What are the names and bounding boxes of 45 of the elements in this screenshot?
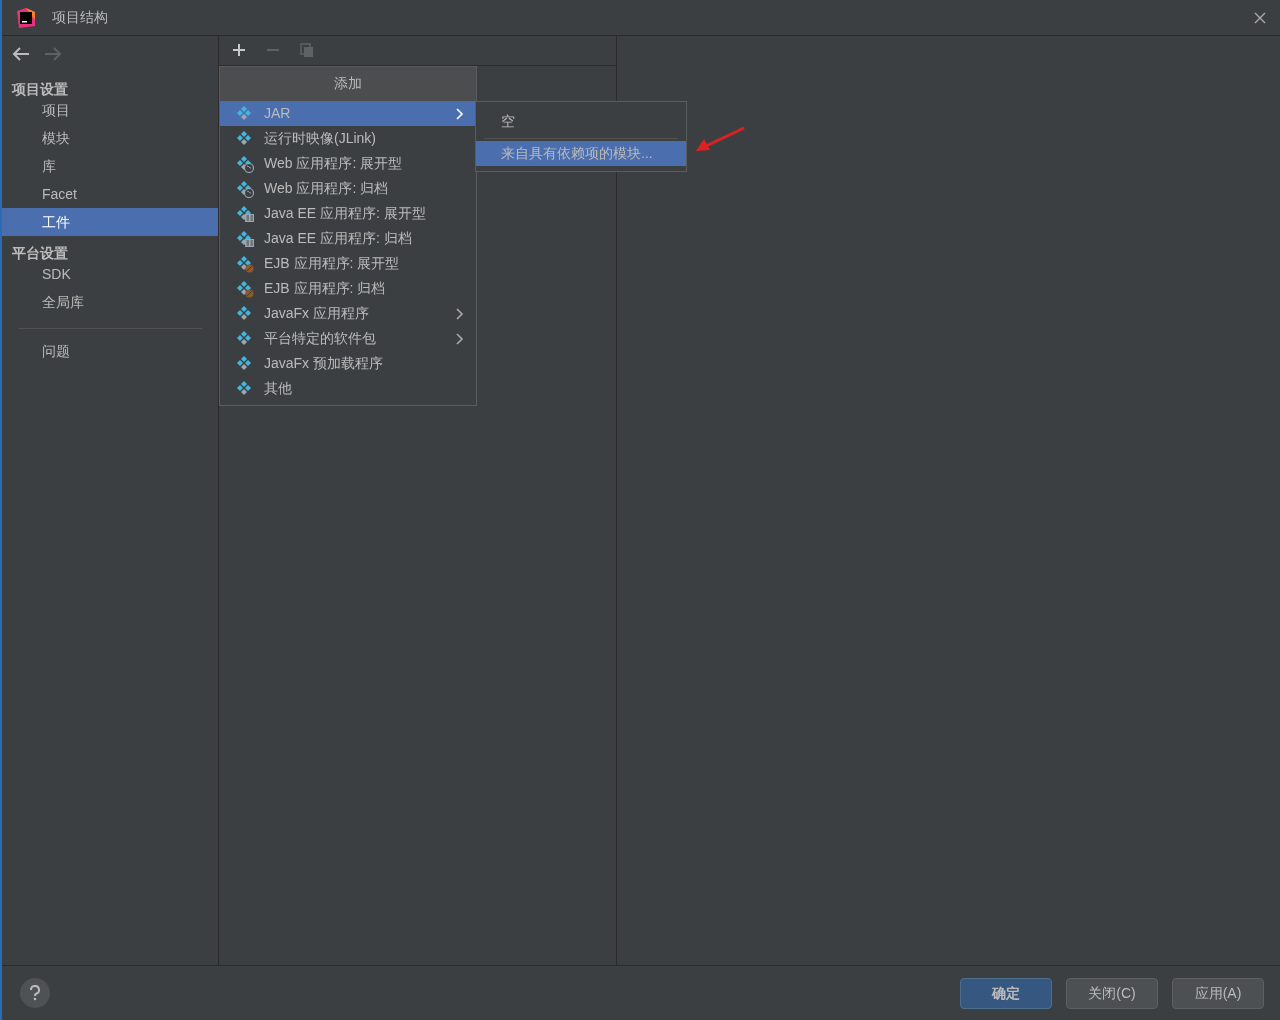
app-logo-icon bbox=[16, 8, 36, 29]
menu-item[interactable]: JavaFx 应用程序 bbox=[220, 301, 476, 326]
package-bean-icon bbox=[236, 279, 254, 298]
sidebar-item[interactable]: 项目 bbox=[2, 96, 218, 124]
package-ee-icon bbox=[236, 229, 254, 248]
sidebar-item[interactable]: 全局库 bbox=[2, 288, 218, 316]
menu-item[interactable]: Java EE 应用程序: 归档 bbox=[220, 226, 476, 251]
window-title: 项目结构 bbox=[52, 8, 108, 27]
package-globe-icon bbox=[236, 154, 254, 173]
back-arrow-icon[interactable] bbox=[12, 47, 30, 61]
section-header: 平台设置 bbox=[11, 244, 69, 260]
package-ee-icon bbox=[236, 204, 254, 223]
menu-item[interactable]: 平台特定的软件包 bbox=[220, 326, 476, 351]
menu-item[interactable]: Web 应用程序: 归档 bbox=[220, 176, 476, 201]
menu-item[interactable]: JavaFx 预加载程序 bbox=[220, 351, 476, 376]
package-icon bbox=[236, 129, 254, 148]
dialog-button[interactable]: 关闭(C) bbox=[1066, 977, 1158, 1009]
menu-title: 添加 bbox=[220, 67, 476, 101]
section-header: 项目设置 bbox=[10, 80, 69, 96]
menu-item[interactable]: Java EE 应用程序: 展开型 bbox=[220, 201, 476, 226]
sidebar-item[interactable]: 库 bbox=[2, 152, 218, 180]
sidebar-item[interactable]: Facet bbox=[2, 180, 218, 208]
package-icon bbox=[236, 379, 254, 398]
sidebar-item[interactable]: 工件 bbox=[2, 208, 218, 236]
sidebar-item[interactable]: 模块 bbox=[2, 124, 218, 152]
annotation-arrow-icon bbox=[694, 126, 746, 154]
menu-item[interactable]: 空 bbox=[476, 109, 686, 134]
menu-item[interactable]: 其他 bbox=[220, 376, 476, 401]
close-icon[interactable] bbox=[1254, 11, 1266, 24]
menu-item[interactable]: EJB 应用程序: 展开型 bbox=[220, 251, 476, 276]
package-icon bbox=[236, 354, 254, 373]
dialog-button[interactable]: 确定 bbox=[960, 977, 1052, 1009]
dialog-button[interactable]: 应用(A) bbox=[1172, 977, 1264, 1009]
package-icon bbox=[236, 104, 254, 123]
sidebar-item[interactable]: 问题 bbox=[2, 337, 218, 365]
package-bean-icon bbox=[236, 254, 254, 273]
menu-item[interactable]: EJB 应用程序: 归档 bbox=[220, 276, 476, 301]
package-icon bbox=[236, 329, 254, 348]
question-mark-icon bbox=[29, 985, 41, 1001]
menu-item[interactable]: 运行时映像(JLink) bbox=[220, 126, 476, 151]
menu-item[interactable]: Web 应用程序: 展开型 bbox=[220, 151, 476, 176]
sidebar-item[interactable]: SDK bbox=[2, 260, 218, 288]
package-globe-icon bbox=[236, 179, 254, 198]
package-icon bbox=[236, 304, 254, 323]
help-button[interactable] bbox=[20, 978, 50, 1008]
